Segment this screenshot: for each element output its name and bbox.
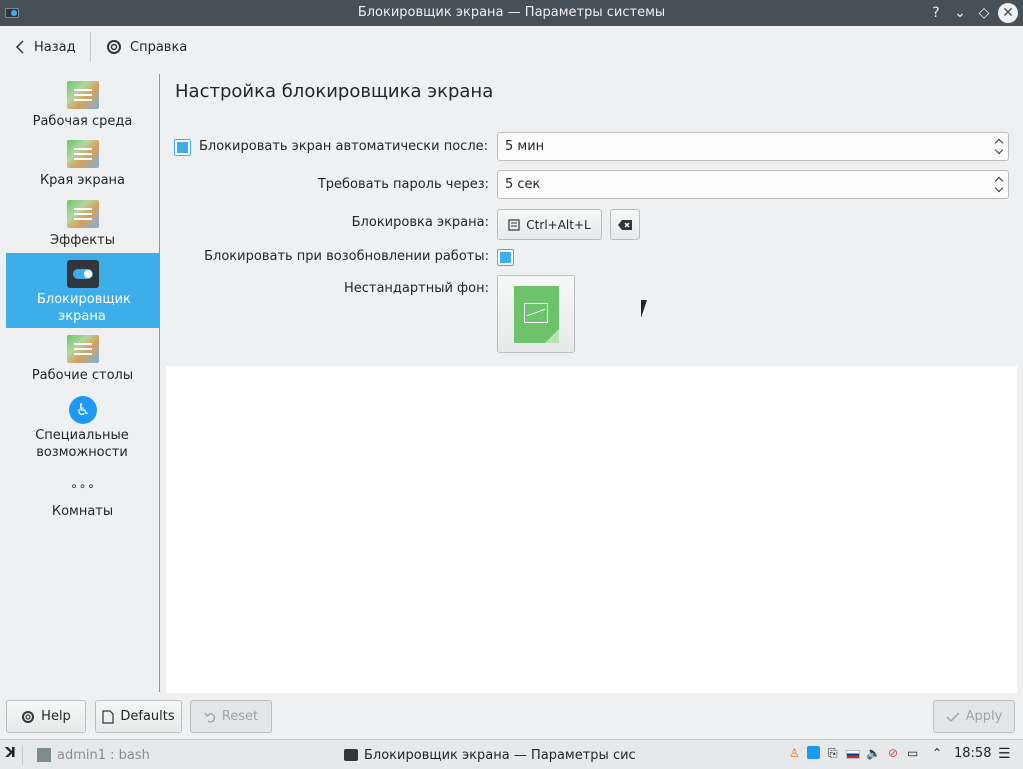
defaults-button[interactable]: Defaults [95,700,182,733]
app-launcher-icon[interactable]: ꓘ [5,745,16,761]
help-label: Справка [130,39,188,55]
lock-auto-label: Блокировать экран автоматически после: [199,139,489,154]
screen-edges-icon [67,140,99,168]
back-button[interactable]: Назад [14,36,76,58]
keyboard-icon [508,218,520,231]
backspace-icon [618,219,632,230]
sidebar-item-activities[interactable]: ∘∘∘ Комнаты [6,472,159,522]
user-icon[interactable]: ♙ [789,746,800,760]
help-button[interactable]: Справка [106,36,187,58]
updates-icon[interactable] [807,746,820,759]
toolbar-separator [90,32,91,62]
sidebar-item-accessibility[interactable]: ♿ Специальные возможности [6,392,159,468]
taskbar: ꓘ admin1 : bash Блокировщик экрана — Пар… [0,739,1023,769]
maximize-button[interactable]: ◇ [974,3,994,23]
resume-label: Блокировать при возобновлении работы: [204,249,489,264]
password-label: Требовать пароль через: [317,177,489,192]
virtual-desktops-icon [67,335,99,363]
page-title: Настройка блокировщика экрана [175,81,494,102]
shortcut-button[interactable]: Ctrl+Alt+L [497,209,602,240]
help-footer-label: Help [41,709,71,724]
close-button[interactable]: ✕ [998,3,1018,23]
reset-label: Reset [221,709,259,724]
volume-icon[interactable]: 🔈 [866,746,881,760]
taskbar-separator [22,745,23,765]
minimize-button[interactable]: ⌄ [950,3,970,23]
sidebar-divider [159,74,160,692]
clear-shortcut-button[interactable] [610,209,640,240]
sidebar-item-effects[interactable]: Эффекты [6,194,159,252]
workspace-icon [67,81,99,109]
sidebar-item-label: Эффекты [50,233,115,248]
document-revert-icon [102,709,114,724]
toolbar: Назад Справка [0,26,1023,66]
display-icon[interactable]: ▭ [907,746,918,760]
help-footer-button[interactable]: Help [6,700,86,733]
sidebar-item-label: Специальные возможности [35,428,129,460]
mouse-cursor [641,300,653,318]
settings-app-icon [344,749,358,761]
accessibility-icon: ♿ [69,396,97,424]
clipboard-icon[interactable]: ⎘ [828,746,838,761]
sidebar-item-virtual-desktops[interactable]: Рабочие столы [6,330,159,388]
chevron-up-icon[interactable]: ⌃ [932,746,942,760]
lock-timeout-value: 5 мин [505,139,545,154]
lifebuoy-icon [22,710,35,723]
clock[interactable]: 18:58 [954,746,991,761]
spin-arrows-icon[interactable] [994,137,1004,157]
lock-auto-checkbox[interactable] [174,139,191,156]
password-delay-spinbox[interactable]: 5 сек [497,170,1009,199]
terminal-icon [37,748,51,762]
activities-icon: ∘∘∘ [70,479,96,493]
sidebar: Рабочая среда Края экрана Эффекты Блокир… [6,74,159,692]
hamburger-menu-icon[interactable]: ☰ [998,746,1011,762]
shortcut-label: Блокировка экрана: [351,215,489,230]
back-label: Назад [34,39,76,55]
network-disconnected-icon[interactable]: ⊘ [888,746,898,760]
spin-arrows-icon[interactable] [994,175,1004,195]
shortcut-value: Ctrl+Alt+L [526,217,591,232]
task-system-settings[interactable]: Блокировщик экрана — Параметры сис [339,744,639,766]
resume-checkbox[interactable] [497,249,514,266]
sidebar-item-screen-edges[interactable]: Края экрана [6,134,159,192]
keyboard-layout-flag-icon[interactable] [846,750,860,759]
defaults-label: Defaults [120,709,175,724]
password-delay-value: 5 сек [505,177,541,192]
screen-locker-icon [67,260,99,288]
content-blank-area [166,366,1017,693]
sidebar-item-label: Комнаты [51,504,114,519]
lifebuoy-icon [107,40,121,54]
lock-timeout-spinbox[interactable]: 5 мин [497,132,1009,161]
undo-icon [204,712,215,723]
sidebar-item-label: Блокировщик экрана [37,292,131,324]
sidebar-item-label: Края экрана [39,173,126,188]
task-label: admin1 : bash [57,747,150,763]
window-titlebar[interactable]: Блокировщик экрана — Параметры системы ?… [0,0,1023,26]
sidebar-item-label: Рабочие столы [31,368,134,383]
sidebar-item-label: Рабочая среда [32,114,133,129]
sidebar-item-workspace[interactable]: Рабочая среда [6,74,159,132]
task-label: Блокировщик экрана — Параметры сис [364,747,636,763]
apply-button[interactable]: Apply [933,700,1015,733]
task-terminal[interactable]: admin1 : bash [33,744,333,766]
background-label: Нестандартный фон: [343,281,489,296]
reset-button[interactable]: Reset [190,700,272,733]
apply-label: Apply [965,709,1003,724]
picture-icon [524,303,548,323]
help-icon[interactable]: ? [926,3,946,23]
window-title: Блокировщик экрана — Параметры системы [357,5,666,20]
sidebar-item-screen-locker[interactable]: Блокировщик экрана [6,253,159,328]
chevron-left-icon [15,40,24,54]
effects-icon [67,200,99,228]
checkmark-icon [946,711,960,722]
background-picker-button[interactable] [497,275,575,353]
